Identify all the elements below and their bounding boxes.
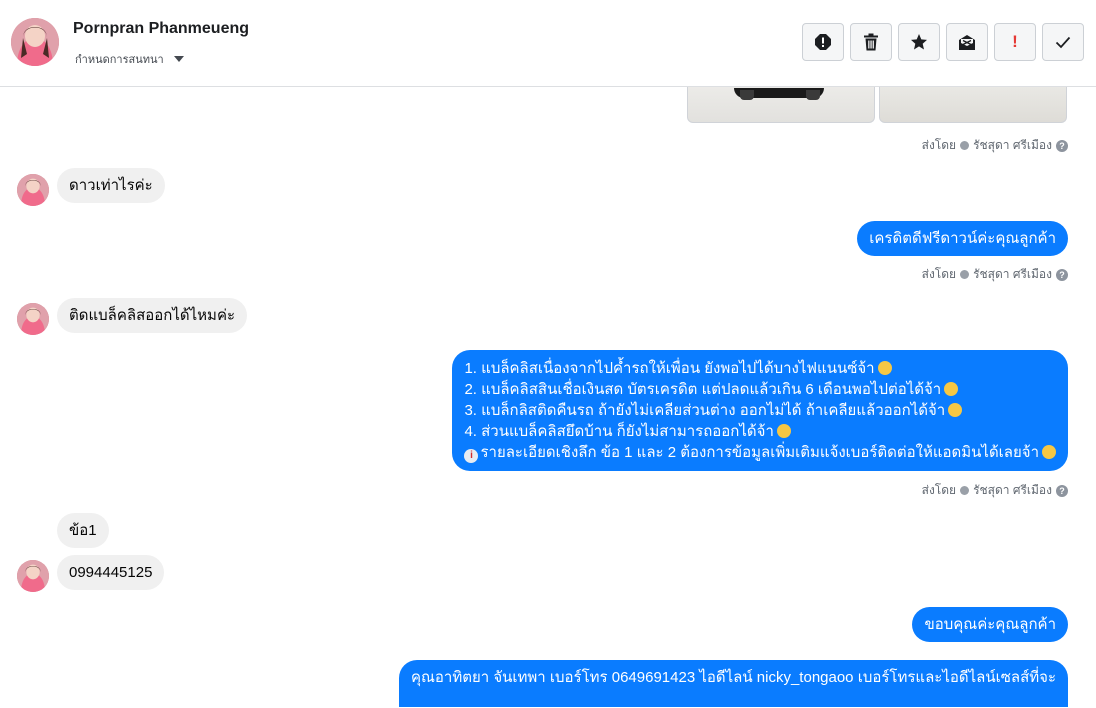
agent-status-icon [960,486,970,495]
message-line: 4. ส่วนแบล็คลิสยึดบ้าน ก็ยังไม่สามารถออก… [464,421,1056,442]
sent-by-agent[interactable]: รัชสุดา ศรีเมือง [973,265,1052,284]
report-icon [815,34,831,50]
agent-status-icon [960,141,970,150]
star-icon [911,34,927,50]
assign-conversation-label: กำหนดการสนทนา [75,54,164,66]
report-button[interactable] [802,23,844,61]
help-icon[interactable]: ? [1056,139,1068,152]
conversation-header: Pornpran Phanmeueng กำหนดการสนทนา ! [0,0,1096,87]
message-line-text: 3. แบล็กลิสติดคืนรถ ถ้ายังไม่เคลียส่วนต่… [464,402,946,419]
important-button[interactable]: ! [994,23,1036,61]
outgoing-message[interactable]: 1. แบล็คลิสเนื่องจากไปค้ำรถให้เพื่อน ยัง… [452,350,1068,471]
nerd-face-emoji-icon [877,361,892,375]
message-line-text: รายละเอียดเชิงลึก ข้อ 1 และ 2 ต้องการข้อ… [480,444,1039,461]
incoming-message[interactable]: ดาวเท่าไรค่ะ [57,168,165,203]
message-line-text: 1. แบล็คลิสเนื่องจากไปค้ำรถให้เพื่อน ยัง… [464,360,875,377]
nerd-face-emoji-icon [1042,445,1056,459]
message-thread[interactable]: ส่งโดย รัชสุดา ศรีเมือง ? ดาวเท่าไรค่ะ เ… [0,87,1096,708]
sent-by-prefix: ส่งโดย [921,267,957,281]
message-line: i รายละเอียดเชิงลึก ข้อ 1 และ 2 ต้องการข้… [464,442,1056,463]
nerd-face-emoji-icon [948,403,963,417]
important-icon: ! [1012,32,1018,51]
assign-conversation-dropdown[interactable]: กำหนดการสนทนา [75,50,184,68]
sent-by-label: ส่งโดย รัชสุดา ศรีเมือง ? [922,481,1068,500]
star-button[interactable] [898,23,940,61]
sent-by-label: ส่งโดย รัชสุดา ศรีเมือง ? [922,265,1068,284]
outgoing-message[interactable]: เครดิตดีฟรีดาวน์ค่ะคุณลูกค้า [857,221,1068,256]
incoming-message[interactable]: ข้อ1 [57,513,109,548]
trash-icon [864,33,878,51]
outgoing-message[interactable]: ขอบคุณค่ะคุณลูกค้า [912,607,1068,642]
check-icon [1055,36,1071,49]
nerd-face-emoji-icon [944,382,959,396]
chevron-down-icon [173,56,184,62]
outgoing-message[interactable]: คุณอาทิตยา จันเทพา เบอร์โทร 0649691423 ไ… [398,660,1068,707]
contact-name: Pornpran Phanmeueng [73,20,250,37]
attachment-image[interactable] [687,87,875,123]
mark-unread-button[interactable] [946,23,988,61]
message-line: 3. แบล็กลิสติดคืนรถ ถ้ายังไม่เคลียส่วนต่… [464,400,1056,421]
sent-by-agent[interactable]: รัชสุดา ศรีเมือง [973,481,1052,500]
sent-by-label: ส่งโดย รัชสุดา ศรีเมือง ? [922,136,1068,155]
message-line-text: 4. ส่วนแบล็คลิสยึดบ้าน ก็ยังไม่สามารถออก… [464,423,774,440]
sent-by-agent[interactable]: รัชสุดา ศรีเมือง [973,136,1052,155]
car-wheel [806,90,820,100]
incoming-message[interactable]: ติดแบล็คลิสออกได้ไหมค่ะ [57,298,248,333]
mark-done-button[interactable] [1042,23,1084,61]
car-wheel [740,90,754,100]
contact-avatar[interactable] [11,18,59,66]
help-icon[interactable]: ? [1056,484,1068,497]
nerd-face-emoji-icon [776,424,791,438]
help-icon[interactable]: ? [1056,268,1068,281]
sent-by-prefix: ส่งโดย [921,483,957,497]
incoming-message[interactable]: 0994445125 [57,555,165,590]
conversation-toolbar: ! [802,23,1084,61]
message-line-text: 2. แบล็คลิสสินเชื่อเงินสด บัตรเครดิต แต่… [464,381,942,398]
message-line: 1. แบล็คลิสเนื่องจากไปค้ำรถให้เพื่อน ยัง… [464,358,1056,379]
attachment-image[interactable] [879,87,1067,123]
sent-by-prefix: ส่งโดย [921,138,957,152]
contact-avatar-small [17,560,49,592]
agent-status-icon [960,270,970,279]
info-icon: i [464,449,479,463]
message-line: 2. แบล็คลิสสินเชื่อเงินสด บัตรเครดิต แต่… [464,379,1056,400]
contact-avatar-small [17,303,49,335]
contact-avatar-small [17,174,49,206]
delete-button[interactable] [850,23,892,61]
mark-unread-icon [959,35,975,50]
